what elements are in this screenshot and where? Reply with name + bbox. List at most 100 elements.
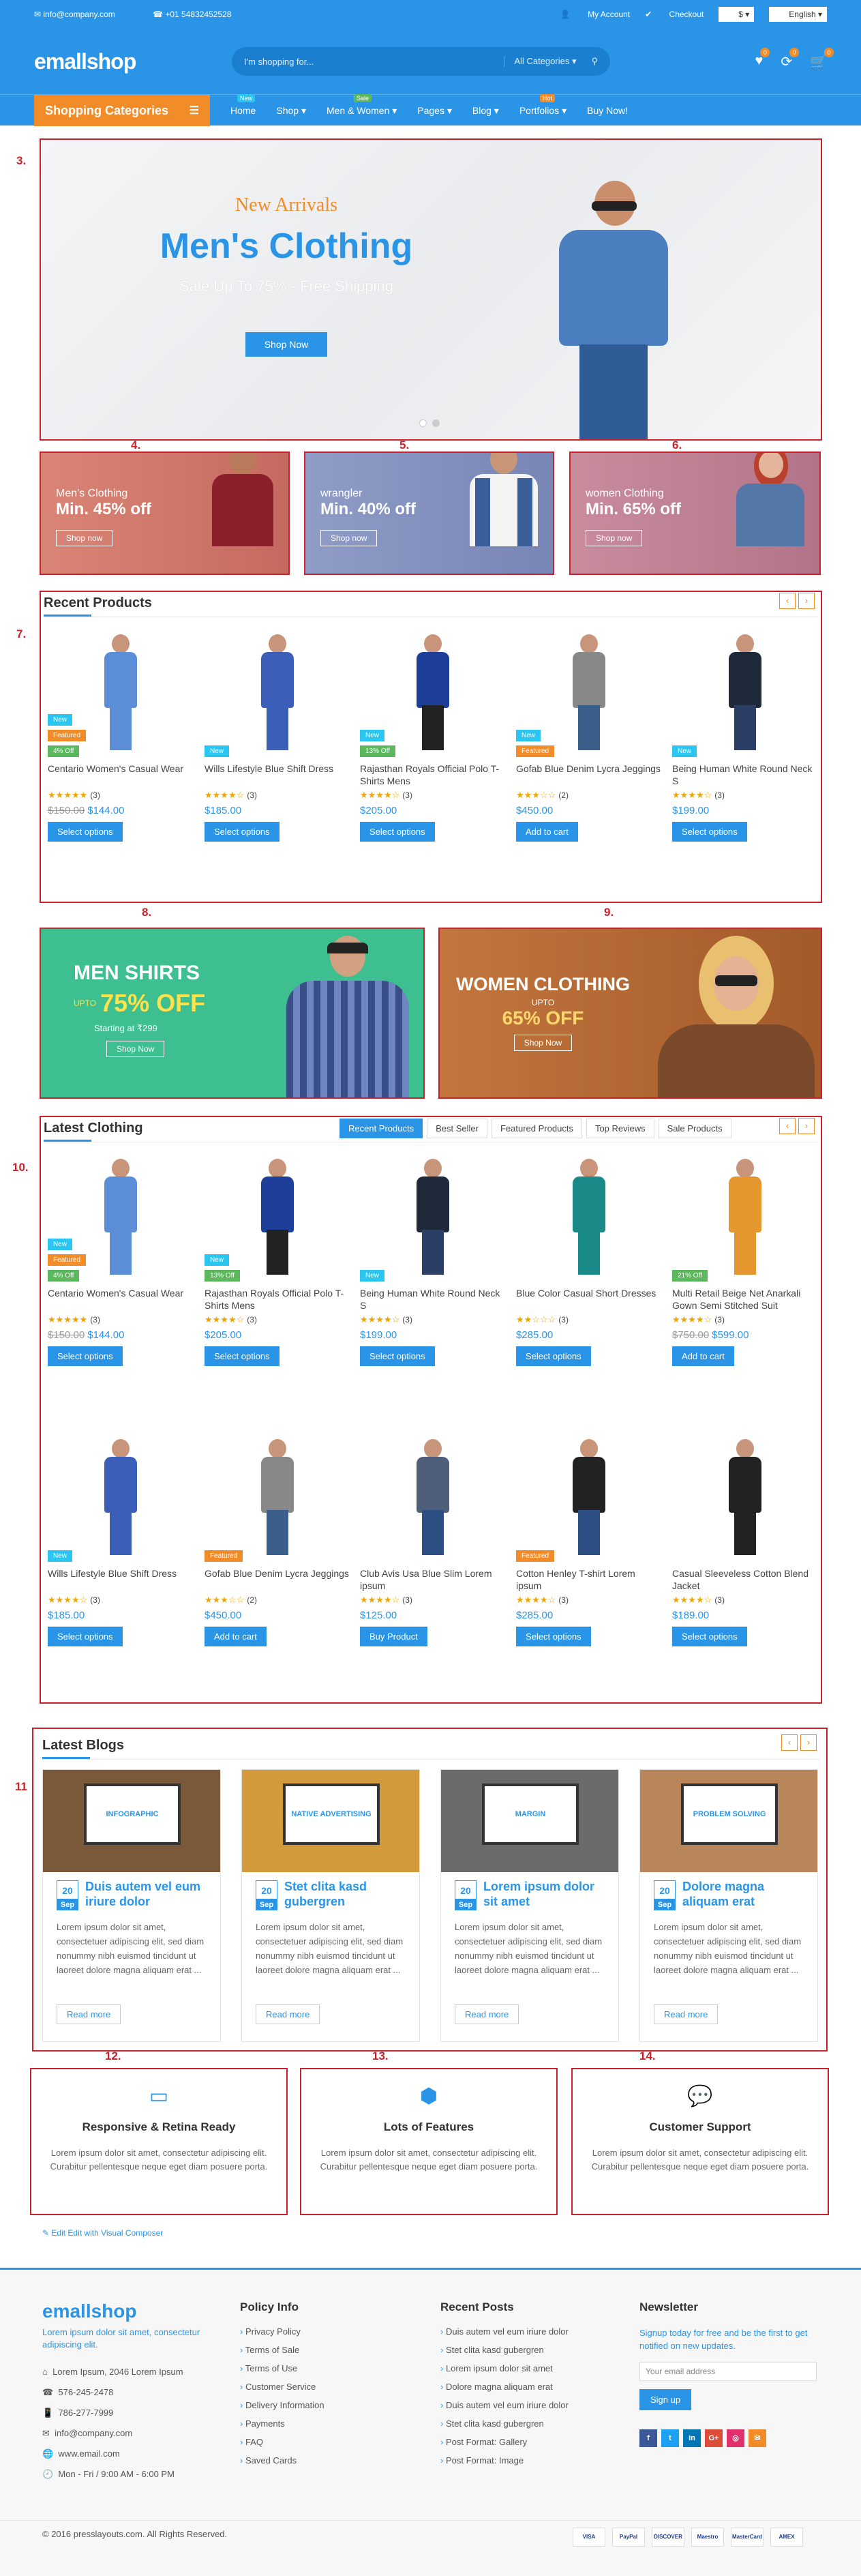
product-image[interactable]: 21% Off bbox=[672, 1159, 818, 1282]
product-image[interactable]: New Featured bbox=[516, 634, 662, 757]
prev-arrow-icon[interactable]: ‹ bbox=[779, 593, 796, 609]
product-name[interactable]: Gofab Blue Denim Lycra Jeggings bbox=[205, 1567, 350, 1592]
social-icon[interactable]: ◎ bbox=[727, 2429, 744, 2447]
banner-shop-now-button[interactable]: Shop now bbox=[586, 530, 643, 546]
blog-post-title[interactable]: Dolore magna aliquam erat bbox=[682, 1879, 806, 1909]
tab-top-reviews[interactable]: Top Reviews bbox=[586, 1119, 654, 1138]
product-name[interactable]: Centario Women's Casual Wear bbox=[48, 763, 194, 787]
slider-dot[interactable] bbox=[432, 419, 440, 427]
product-image[interactable]: Featured bbox=[205, 1439, 350, 1562]
product-action-button[interactable]: Select options bbox=[516, 1346, 591, 1366]
recent-post-link[interactable]: Post Format: Gallery bbox=[440, 2437, 618, 2447]
product-image[interactable]: New 13% Off bbox=[360, 634, 506, 757]
product-name[interactable]: Multi Retail Beige Net Anarkali Gown Sem… bbox=[672, 1287, 818, 1312]
site-logo[interactable]: emallshop bbox=[34, 49, 232, 74]
policy-link[interactable]: Payments bbox=[240, 2418, 410, 2429]
recent-post-link[interactable]: Stet clita kasd gubergren bbox=[440, 2418, 618, 2429]
phone-link[interactable]: ☎ +01 54832452528 bbox=[153, 10, 249, 19]
product-action-button[interactable]: Select options bbox=[48, 1627, 123, 1646]
product-name[interactable]: Club Avis Usa Blue Slim Lorem ipsum bbox=[360, 1567, 506, 1592]
slider-dots[interactable] bbox=[419, 419, 440, 427]
my-account-link[interactable]: 👤 My Account bbox=[560, 10, 630, 19]
blog-post-image[interactable]: PROBLEM SOLVING bbox=[640, 1770, 817, 1872]
prev-arrow-icon[interactable]: ‹ bbox=[781, 1734, 798, 1751]
banner-shop-now-button[interactable]: Shop now bbox=[56, 530, 113, 546]
banner-wrangler[interactable]: wrangler Min. 40% off Shop now bbox=[304, 451, 554, 575]
footer-logo[interactable]: emallshop bbox=[42, 2300, 220, 2322]
footer-email[interactable]: ✉ info@company.com bbox=[42, 2423, 220, 2444]
product-image[interactable] bbox=[672, 1439, 818, 1562]
footer-website[interactable]: 🌐 www.email.com bbox=[42, 2444, 220, 2464]
read-more-button[interactable]: Read more bbox=[256, 2004, 320, 2024]
social-icon[interactable]: in bbox=[683, 2429, 701, 2447]
tab-best-seller[interactable]: Best Seller bbox=[427, 1119, 487, 1138]
product-action-button[interactable]: Add to cart bbox=[516, 822, 578, 842]
nav-buy-now[interactable]: Buy Now! bbox=[587, 105, 628, 117]
blog-post-image[interactable]: INFOGRAPHIC bbox=[43, 1770, 220, 1872]
recent-post-link[interactable]: Stet clita kasd gubergren bbox=[440, 2345, 618, 2355]
policy-link[interactable]: Saved Cards bbox=[240, 2455, 410, 2466]
blog-post-title[interactable]: Duis autem vel eum iriure dolor bbox=[85, 1879, 209, 1909]
product-action-button[interactable]: Buy Product bbox=[360, 1627, 427, 1646]
hero-slider[interactable]: New Arrivals Men's Clothing Sale Up To 7… bbox=[40, 138, 822, 441]
product-image[interactable]: New Featured 4% Off bbox=[48, 1159, 194, 1282]
prev-arrow-icon[interactable]: ‹ bbox=[779, 1118, 796, 1134]
product-name[interactable]: Cotton Henley T-shirt Lorem ipsum bbox=[516, 1567, 662, 1592]
product-name[interactable]: Wills Lifestyle Blue Shift Dress bbox=[205, 763, 350, 787]
nav-men-women[interactable]: Sale Men & Women ▾ bbox=[327, 93, 397, 117]
policy-link[interactable]: Customer Service bbox=[240, 2382, 410, 2392]
product-name[interactable]: Rajasthan Royals Official Polo T-Shirts … bbox=[205, 1287, 350, 1312]
cart-icon[interactable]: 🛒 0 bbox=[810, 47, 834, 70]
nav-home[interactable]: New Home bbox=[230, 93, 256, 117]
product-action-button[interactable]: Select options bbox=[48, 1346, 123, 1366]
product-image[interactable]: New bbox=[672, 634, 818, 757]
shopping-categories-button[interactable]: Shopping Categories ☰ bbox=[34, 95, 210, 126]
product-image[interactable] bbox=[360, 1439, 506, 1562]
nav-blog[interactable]: Blog ▾ bbox=[472, 105, 499, 117]
next-arrow-icon[interactable]: › bbox=[798, 1118, 815, 1134]
product-action-button[interactable]: Add to cart bbox=[672, 1346, 734, 1366]
tab-featured-products[interactable]: Featured Products bbox=[491, 1119, 582, 1138]
edit-with-visual-composer-link[interactable]: ✎ Edit Edit with Visual Composer bbox=[42, 2228, 163, 2238]
read-more-button[interactable]: Read more bbox=[455, 2004, 519, 2024]
social-icon[interactable]: ✉ bbox=[749, 2429, 766, 2447]
read-more-button[interactable]: Read more bbox=[57, 2004, 121, 2024]
product-name[interactable]: Being Human White Round Neck S bbox=[360, 1287, 506, 1312]
promo-shop-now-button[interactable]: Shop Now bbox=[513, 1035, 573, 1051]
read-more-button[interactable]: Read more bbox=[654, 2004, 719, 2024]
tab-sale-products[interactable]: Sale Products bbox=[658, 1119, 731, 1138]
newsletter-email-input[interactable]: Your email address bbox=[639, 2362, 817, 2381]
banner-mens-clothing[interactable]: Men's Clothing Min. 45% off Shop now bbox=[40, 451, 290, 575]
email-link[interactable]: ✉ info@company.com bbox=[34, 10, 133, 19]
nav-pages[interactable]: Pages ▾ bbox=[417, 105, 452, 117]
nav-portfolios[interactable]: Hot Portfolios ▾ bbox=[519, 93, 567, 117]
promo-men-shirts[interactable]: MEN SHIRTS UPTO 75% OFF Starting at ₹299 … bbox=[40, 928, 425, 1099]
search-category-select[interactable]: All Categories ▾ bbox=[504, 56, 576, 67]
policy-link[interactable]: Terms of Use bbox=[240, 2363, 410, 2373]
recent-post-link[interactable]: Duis autem vel eum iriure dolor bbox=[440, 2400, 618, 2410]
product-image[interactable]: New 13% Off bbox=[205, 1159, 350, 1282]
blog-post-title[interactable]: Lorem ipsum dolor sit amet bbox=[483, 1879, 607, 1909]
product-action-button[interactable]: Select options bbox=[205, 822, 280, 842]
product-action-button[interactable]: Select options bbox=[672, 1627, 747, 1646]
language-select[interactable]: English ▾ bbox=[769, 7, 827, 22]
product-action-button[interactable]: Select options bbox=[516, 1627, 591, 1646]
product-action-button[interactable]: Select options bbox=[672, 822, 747, 842]
policy-link[interactable]: FAQ bbox=[240, 2437, 410, 2447]
product-name[interactable]: Wills Lifestyle Blue Shift Dress bbox=[48, 1567, 194, 1592]
social-icon[interactable]: f bbox=[639, 2429, 657, 2447]
product-image[interactable]: New Featured 4% Off bbox=[48, 634, 194, 757]
recent-post-link[interactable]: Post Format: Image bbox=[440, 2455, 618, 2466]
product-image[interactable]: New bbox=[360, 1159, 506, 1282]
social-icon[interactable]: t bbox=[661, 2429, 679, 2447]
policy-link[interactable]: Privacy Policy bbox=[240, 2326, 410, 2337]
promo-women-clothing[interactable]: WOMEN CLOTHING UPTO 65% OFF Shop Now bbox=[438, 928, 822, 1099]
product-image[interactable] bbox=[516, 1159, 662, 1282]
slider-dot[interactable] bbox=[419, 419, 427, 427]
wishlist-icon[interactable]: ♥ 0 bbox=[755, 47, 770, 70]
product-name[interactable]: Casual Sleeveless Cotton Blend Jacket bbox=[672, 1567, 818, 1592]
next-arrow-icon[interactable]: › bbox=[798, 593, 815, 609]
tab-recent-products[interactable]: Recent Products bbox=[339, 1119, 423, 1138]
product-name[interactable]: Centario Women's Casual Wear bbox=[48, 1287, 194, 1312]
blog-post-image[interactable]: MARGIN bbox=[441, 1770, 618, 1872]
